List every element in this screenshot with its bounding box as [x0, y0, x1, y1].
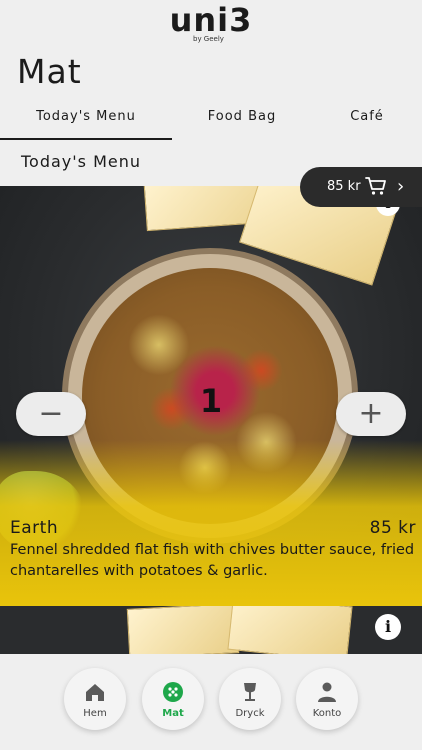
nav-label-account: Konto: [312, 708, 342, 719]
app-header: uni3 by Geely Mat Today's Menu Food Bag …: [0, 0, 422, 186]
next-dish-info-icon[interactable]: i: [375, 614, 401, 640]
cart-total: 85 kr: [327, 179, 361, 194]
home-icon: [86, 684, 104, 701]
glass-icon: [244, 683, 256, 701]
page-title: Mat: [17, 52, 82, 91]
tab-food-bag[interactable]: Food Bag: [172, 104, 312, 140]
chevron-right-icon: ›: [397, 176, 405, 197]
nav-label-food: Mat: [162, 708, 184, 719]
nav-label-drinks: Dryck: [235, 708, 265, 719]
decrease-quantity-button[interactable]: −: [16, 392, 86, 436]
food-icon: [163, 682, 183, 702]
nav-item-drinks[interactable]: Dryck: [219, 668, 281, 730]
tab-todays-menu[interactable]: Today's Menu: [0, 104, 172, 140]
logo-text: uni3: [169, 1, 253, 39]
nav-item-home[interactable]: Hem: [64, 668, 126, 730]
dish-description: Fennel shredded flat fish with chives bu…: [10, 542, 415, 579]
person-icon: [318, 682, 336, 702]
next-dish-card[interactable]: [0, 606, 422, 654]
cheese-decoration: [126, 606, 240, 654]
dish-name: Earth: [10, 518, 59, 538]
increase-quantity-button[interactable]: +: [336, 392, 406, 436]
cheese-decoration: [227, 606, 353, 654]
nav-item-account[interactable]: Konto: [296, 668, 358, 730]
bottom-nav: Hem Mat Dryck Konto: [0, 654, 422, 750]
cart-icon: [365, 177, 386, 195]
tab-cafe[interactable]: Café: [312, 104, 422, 140]
nav-label-home: Hem: [83, 708, 107, 719]
logo: uni3 by Geely: [0, 1, 422, 43]
tab-bar: Today's Menu Food Bag Café: [0, 104, 422, 140]
dish-price: 85 kr: [369, 518, 416, 538]
nav-item-food[interactable]: Mat: [142, 668, 204, 730]
section-title: Today's Menu: [21, 152, 142, 171]
dish-info-panel: Earth 85 kr Fennel shredded flat fish wi…: [0, 440, 422, 606]
dish-card[interactable]: 1 − + Earth 85 kr Fennel shredded flat f…: [0, 186, 422, 606]
cart-button[interactable]: 85 kr ›: [300, 167, 422, 207]
logo-subtext: by Geely: [193, 35, 224, 43]
